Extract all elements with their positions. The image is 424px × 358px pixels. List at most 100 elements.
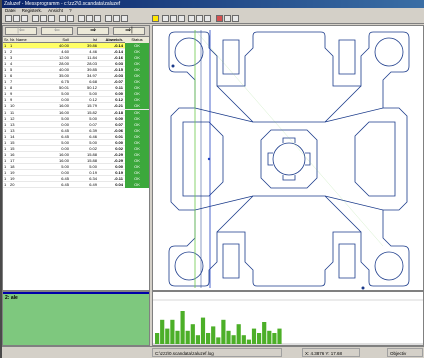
center-core (260, 129, 318, 189)
last-button[interactable]: ⇒| (113, 27, 145, 35)
deviation-chart-pane (152, 291, 424, 346)
pocket-left (182, 121, 224, 197)
previous-button[interactable]: ⇐ (41, 27, 73, 35)
menu-help[interactable]: ? (69, 8, 72, 13)
chart-bar (211, 326, 216, 344)
chart-icon[interactable] (48, 15, 55, 22)
chart-bar (226, 330, 231, 344)
cell-ist: 6.49 (89, 182, 97, 188)
table-icon[interactable] (40, 15, 47, 22)
center-notch-top (282, 137, 296, 143)
rect-icon[interactable] (162, 15, 169, 22)
drawing-view[interactable] (152, 25, 424, 291)
pocket-bottom-right (338, 243, 356, 279)
chart-bar (257, 333, 262, 344)
cell-status: OK (125, 182, 149, 189)
status-info: X: 4.3876 Y: 17.68 (302, 348, 360, 357)
view-2-icon[interactable] (113, 15, 120, 22)
point-marker (361, 286, 365, 290)
chart-bar (200, 317, 206, 344)
chart-bar (180, 311, 185, 344)
chart-bar (246, 339, 251, 344)
web-top (216, 85, 362, 123)
deviation-chart (153, 299, 423, 345)
toolbar (2, 14, 424, 24)
menu-datei[interactable]: Datei (5, 8, 16, 13)
grid-icon[interactable] (178, 15, 185, 22)
chart-bar (175, 330, 180, 344)
settings-icon[interactable] (196, 15, 203, 22)
web-bottom (216, 195, 362, 233)
app-window: Zaluzef - Messprogramm - c:\zz2\0.scanda… (2, 0, 424, 358)
chart-bar (170, 319, 175, 344)
point-marker (171, 64, 175, 68)
export-icon[interactable] (232, 15, 239, 22)
chart-bar (241, 335, 246, 344)
hole-top-right (374, 37, 404, 67)
chart-bar (251, 328, 257, 344)
new-icon[interactable] (5, 15, 12, 22)
list-icon[interactable] (188, 15, 195, 22)
status-bar: C:\zz2\0.scandata\zaluzef.log X: 4.3876 … (2, 346, 424, 358)
menu-ansicht[interactable]: Ansicht (48, 8, 63, 13)
menu-registerk[interactable]: Registerk. (22, 8, 42, 13)
chart-bar (236, 324, 241, 344)
zoom-fit-icon[interactable] (94, 15, 101, 22)
chart-bar (155, 333, 160, 344)
window-title: Zaluzef - Messprogramm - c:\zz2\0.scanda… (4, 1, 121, 7)
web-right (324, 107, 384, 211)
center-bore (272, 142, 306, 176)
profile-outline (168, 31, 410, 287)
navigation-row: |⇐ ⇐ ⇒ ⇒| (3, 26, 149, 37)
stop-icon[interactable] (216, 15, 223, 22)
view-3-icon[interactable] (121, 15, 128, 22)
chart-bar (160, 319, 165, 344)
chart-bar (272, 333, 277, 344)
save-icon[interactable] (21, 15, 28, 22)
window-icon[interactable] (170, 15, 177, 22)
info-label: 2: ale (5, 295, 18, 301)
web-left (194, 107, 254, 211)
next-button[interactable]: ⇒ (77, 27, 109, 35)
zoom-out-icon[interactable] (86, 15, 93, 22)
pocket-right (354, 121, 396, 197)
measure-icon[interactable] (32, 15, 39, 22)
cell-abw: 0.04 (115, 182, 123, 188)
center-notch-bottom (282, 175, 296, 181)
table-body: 1 1 40.00 39.86 -0.14 OK 1 2 4.60 4.46 -0.14 OK 1 3 12… (3, 43, 149, 189)
calc-icon[interactable] (224, 15, 231, 22)
chart-bar (216, 337, 221, 344)
info-pane: 2: ale (2, 291, 150, 346)
center-notch-right (305, 152, 311, 166)
cell-nr: 20 (10, 182, 15, 188)
chart-bar (267, 330, 272, 344)
point-marker (207, 157, 211, 161)
first-button[interactable]: |⇐ (5, 27, 37, 35)
print-icon[interactable] (59, 15, 66, 22)
chart-bar (165, 328, 170, 344)
title-bar: Zaluzef - Messprogramm - c:\zz2\0.scanda… (2, 0, 424, 8)
table-row[interactable]: 1 20 6.45 6.49 0.04 OK (3, 182, 149, 189)
hole-bottom-right (374, 251, 404, 281)
status-mode: Objectiv (387, 348, 423, 357)
chart-bar (195, 335, 200, 344)
measurement-table-pane: |⇐ ⇐ ⇒ ⇒| Sr. Nr. Name Soll Ist Abweich.… (2, 25, 150, 291)
chart-bar (190, 324, 195, 344)
view-1-icon[interactable] (105, 15, 112, 22)
status-file: C:\zz2\0.scandata\zaluzef.log (152, 348, 282, 357)
chart-bar (262, 322, 267, 344)
zoom-in-icon[interactable] (78, 15, 85, 22)
chart-bar (206, 333, 211, 344)
pocket-top (222, 39, 240, 75)
chart-bar (277, 328, 282, 344)
open-icon[interactable] (13, 15, 20, 22)
pocket-top-right (338, 39, 356, 75)
center-notch-left (267, 152, 273, 166)
profile-drawing (168, 29, 410, 290)
report-icon[interactable] (204, 15, 211, 22)
highlight-icon[interactable] (152, 15, 159, 22)
edit-icon[interactable] (67, 15, 74, 22)
hole-top-left (174, 37, 204, 67)
chart-bar (221, 319, 226, 344)
cell-sr: 1 (4, 182, 7, 188)
